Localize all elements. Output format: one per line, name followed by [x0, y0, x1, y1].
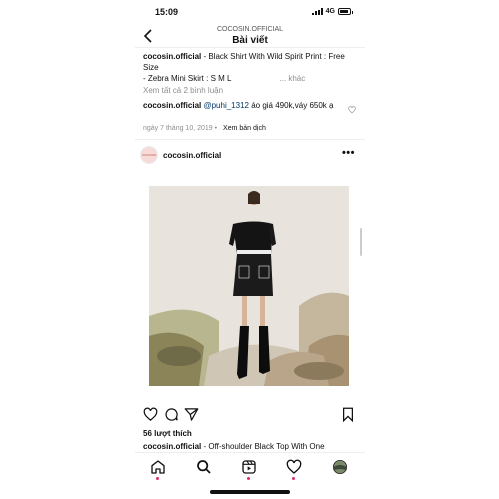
- translate-link[interactable]: Xem bản dịch: [223, 125, 266, 132]
- status-indicators: 4G: [311, 8, 353, 15]
- post-caption: cocosin.official - Off-shoulder Black To…: [143, 442, 325, 451]
- page-title: Bài viết: [232, 35, 268, 46]
- post-header: COCOSIN cocosin.official •••: [135, 143, 365, 167]
- post-caption-text: - Off-shoulder Black Top With One: [201, 442, 325, 451]
- reels-notification-dot: [247, 477, 250, 480]
- signal-icon: [311, 8, 323, 15]
- meta-separator: •: [214, 125, 218, 132]
- comment-like-heart-icon[interactable]: [348, 106, 356, 116]
- caption-user[interactable]: cocosin.official: [143, 52, 201, 61]
- caption-text-2: - Zebra Mini Skirt : S M L: [143, 74, 232, 83]
- battery-icon: [338, 8, 353, 15]
- header-account: COCOSIN.OFFICIAL: [216, 26, 284, 33]
- post-caption-user[interactable]: cocosin.official: [143, 442, 201, 451]
- more-link[interactable]: ... khác: [279, 74, 305, 83]
- scroll-indicator[interactable]: [360, 228, 362, 256]
- home-indicator: [210, 490, 290, 494]
- previous-caption: cocosin.official - Black Shirt With Wild…: [143, 51, 358, 84]
- share-icon[interactable]: [184, 407, 200, 423]
- comment: cocosin.official @puhi_1312 áo giá 490k,…: [143, 100, 348, 111]
- divider: [135, 139, 365, 140]
- status-time: 15:09: [155, 7, 179, 17]
- post-username[interactable]: cocosin.official: [163, 151, 221, 160]
- activity-notification-dot: [292, 477, 295, 480]
- page-header: COCOSIN.OFFICIAL Bài viết: [135, 22, 365, 48]
- post-image[interactable]: [149, 186, 349, 386]
- comment-user[interactable]: cocosin.official: [143, 101, 201, 110]
- comment-mention[interactable]: @puhi_1312: [203, 101, 249, 110]
- like-heart-icon[interactable]: [143, 407, 159, 423]
- fashion-photo: [149, 186, 349, 386]
- post-date: ngày 7 tháng 10, 2019: [143, 125, 213, 132]
- profile-avatar[interactable]: [332, 459, 350, 477]
- account-avatar[interactable]: COCOSIN: [140, 146, 158, 164]
- post-actions: [141, 407, 359, 423]
- reels-icon[interactable]: [241, 459, 259, 477]
- likes-count[interactable]: 56 lượt thích: [143, 429, 192, 438]
- view-comments-link[interactable]: Xem tất cả 2 bình luận: [143, 86, 223, 95]
- comment-text: áo giá 490k,váy 650k ạ: [248, 101, 334, 110]
- comment-bubble-icon[interactable]: [164, 407, 180, 423]
- activity-heart-icon[interactable]: [286, 459, 304, 477]
- home-notification-dot: [156, 477, 159, 480]
- phone-screen: 15:09 4G COCOSIN.OFFICIAL Bài viết cocos…: [135, 0, 365, 499]
- status-bar: 15:09 4G: [135, 6, 365, 20]
- home-icon[interactable]: [150, 459, 168, 477]
- post-meta: ngày 7 tháng 10, 2019 • Xem bản dịch: [143, 125, 266, 132]
- network-label: 4G: [325, 8, 335, 15]
- search-icon[interactable]: [196, 459, 214, 477]
- more-options-icon[interactable]: •••: [342, 147, 355, 159]
- bookmark-icon[interactable]: [341, 407, 357, 423]
